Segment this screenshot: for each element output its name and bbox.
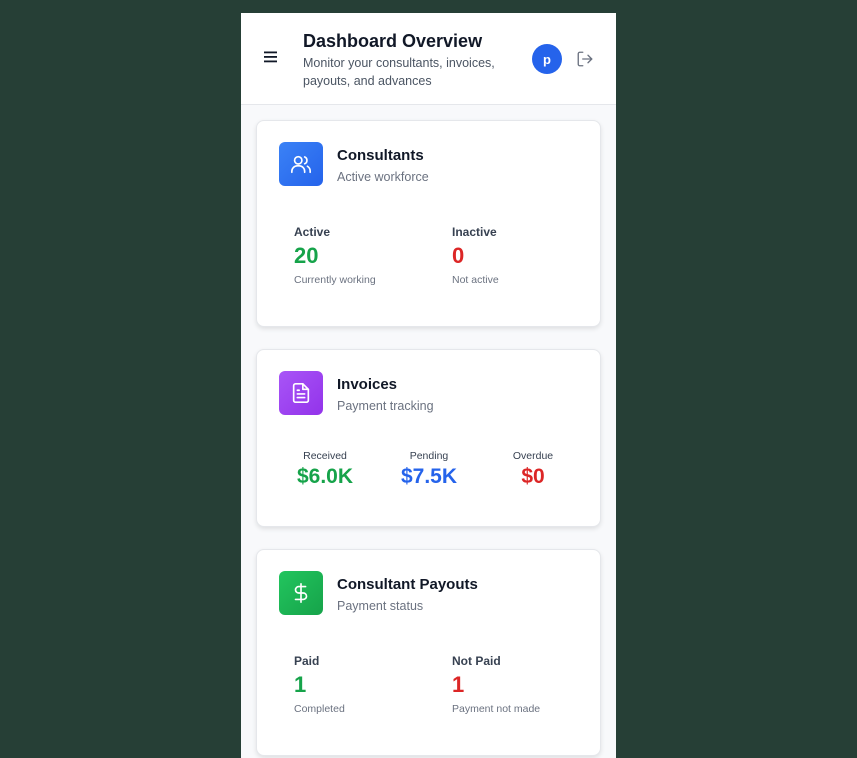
page-subtitle: Monitor your consultants, invoices, payo… bbox=[303, 56, 495, 88]
consultants-card[interactable]: Consultants Active workforce Active 20 C… bbox=[256, 120, 601, 327]
logout-icon[interactable] bbox=[576, 50, 594, 68]
received-stat: Received $6.0K bbox=[275, 450, 375, 489]
stat-label: Overdue bbox=[512, 450, 554, 462]
stat-value: 1 bbox=[452, 672, 465, 697]
stat-label: Pending bbox=[409, 450, 449, 462]
stat-label: Paid bbox=[294, 654, 320, 668]
active-stat: Active 20 Currently working bbox=[294, 225, 376, 286]
card-subtitle: Payment status bbox=[337, 599, 424, 613]
stat-label: Received bbox=[303, 450, 347, 462]
stat-value: 20 bbox=[294, 243, 319, 268]
stat-label: Not Paid bbox=[452, 654, 501, 668]
card-title: Consultant Payouts bbox=[337, 576, 478, 593]
document-icon bbox=[279, 371, 323, 415]
stat-note: Currently working bbox=[294, 274, 376, 286]
page-title: Dashboard Overview bbox=[303, 31, 483, 51]
stat-value: 1 bbox=[294, 672, 307, 697]
app-window: Dashboard Overview Monitor your consulta… bbox=[241, 13, 616, 758]
card-title: Consultants bbox=[337, 147, 424, 164]
stat-value: $7.5K bbox=[400, 465, 458, 488]
card-title: Invoices bbox=[337, 376, 398, 393]
overdue-stat: Overdue $0 bbox=[483, 450, 583, 489]
stat-value: $0 bbox=[521, 465, 545, 488]
inactive-stat: Inactive 0 Not active bbox=[452, 225, 499, 286]
stat-label: Inactive bbox=[452, 225, 497, 239]
dollar-icon bbox=[279, 571, 323, 615]
not-paid-stat: Not Paid 1 Payment not made bbox=[452, 654, 540, 715]
paid-stat: Paid 1 Completed bbox=[294, 654, 345, 715]
stat-value: 0 bbox=[452, 243, 465, 268]
users-icon bbox=[279, 142, 323, 186]
menu-icon[interactable] bbox=[263, 50, 279, 64]
stat-note: Not active bbox=[452, 274, 499, 286]
card-subtitle: Active workforce bbox=[337, 170, 429, 184]
pending-stat: Pending $7.5K bbox=[379, 450, 479, 489]
user-avatar[interactable]: p bbox=[532, 44, 562, 74]
app-header: Dashboard Overview Monitor your consulta… bbox=[241, 13, 616, 105]
invoices-card[interactable]: Invoices Payment tracking Received $6.0K… bbox=[256, 349, 601, 527]
card-subtitle: Payment tracking bbox=[337, 399, 434, 413]
stat-label: Active bbox=[294, 225, 331, 239]
stat-note: Completed bbox=[294, 703, 345, 715]
payouts-card[interactable]: Consultant Payouts Payment status Paid 1… bbox=[256, 549, 601, 756]
stat-note: Payment not made bbox=[452, 703, 541, 715]
stat-value: $6.0K bbox=[296, 465, 354, 488]
